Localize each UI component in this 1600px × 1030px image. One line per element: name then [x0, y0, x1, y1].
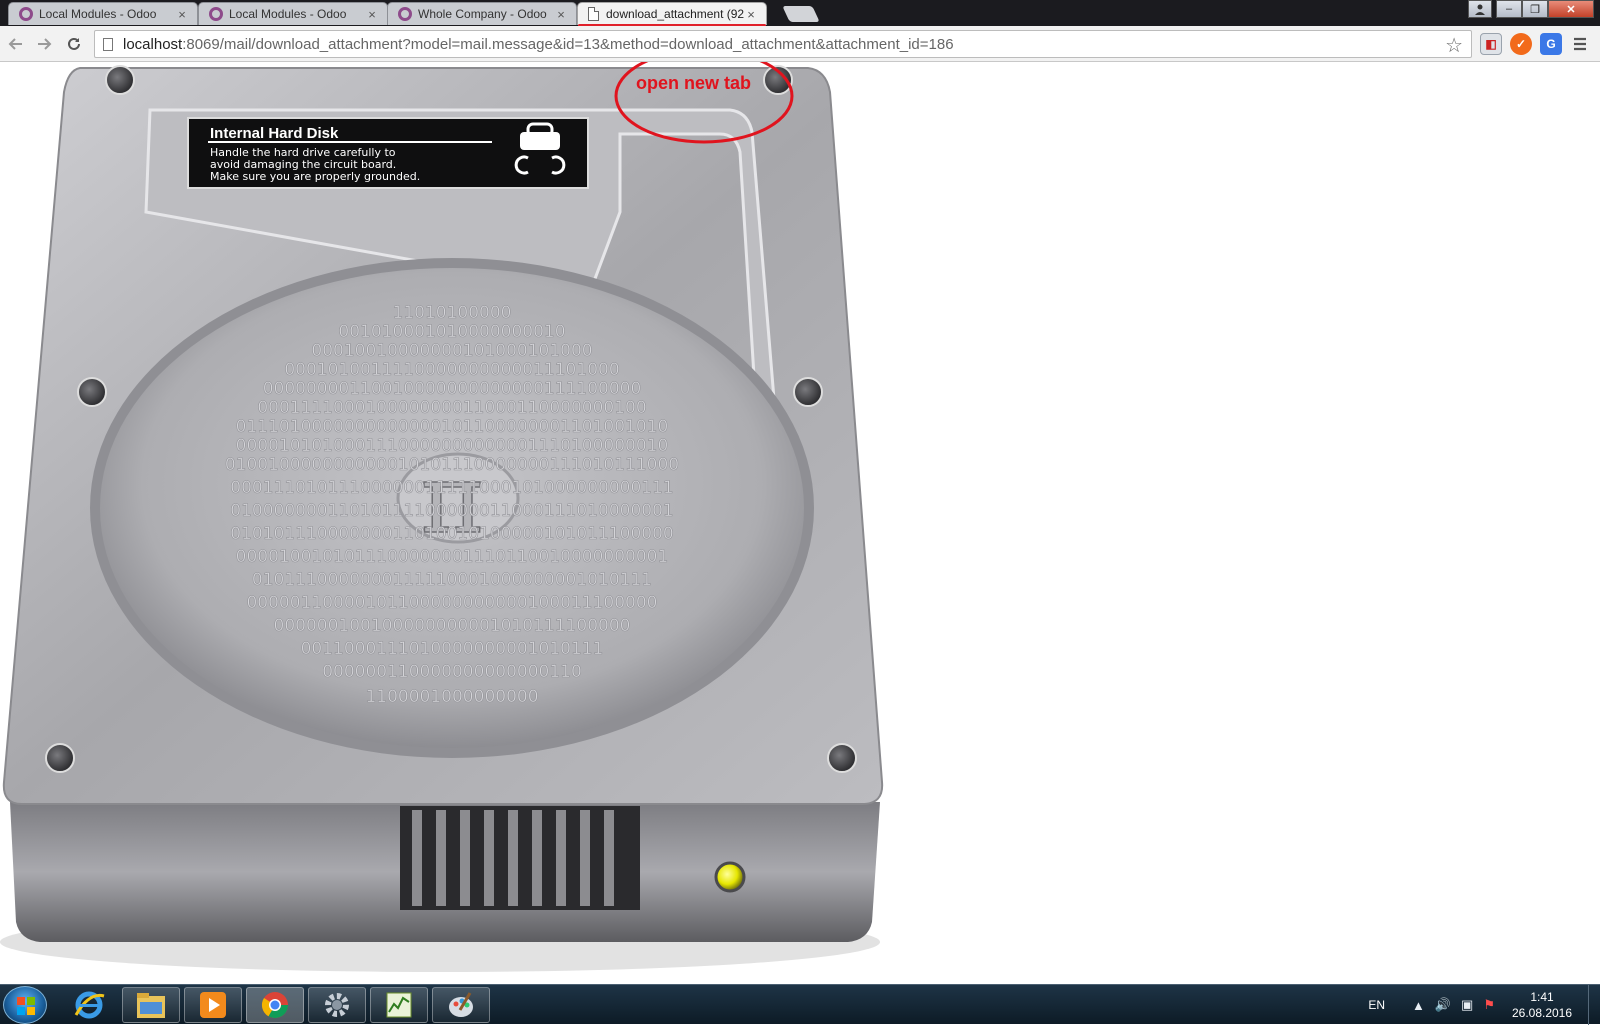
annotation-text: open new tab: [636, 73, 752, 93]
tab-close-icon[interactable]: ×: [554, 7, 568, 22]
paint-icon[interactable]: [432, 987, 490, 1023]
screw-icon: [793, 377, 823, 407]
disk-label-heading: Internal Hard Disk: [210, 125, 339, 142]
tab-close-icon[interactable]: ×: [744, 7, 758, 22]
task-manager-icon[interactable]: [370, 987, 428, 1023]
close-window-button[interactable]: ✕: [1548, 0, 1594, 18]
hard-disk-image: Internal Hard Disk Handle the hard drive…: [0, 62, 884, 972]
shield-extension-icon[interactable]: ◧: [1480, 33, 1502, 55]
language-indicator[interactable]: EN: [1368, 998, 1385, 1012]
address-bar[interactable]: localhost :8069/mail/download_attachment…: [94, 30, 1472, 58]
binary-row: 0100000001101011110000001100011101000000…: [230, 501, 673, 521]
attachment-viewer: Internal Hard Disk Handle the hard drive…: [0, 62, 1600, 984]
bookmark-star-icon[interactable]: ☆: [1445, 33, 1463, 58]
binary-row: 0001110101110000001111100010100000000011…: [230, 478, 673, 498]
show-hidden-icons-icon[interactable]: ▲: [1412, 998, 1425, 1013]
show-desktop-button[interactable]: [1588, 985, 1600, 1025]
binary-row: 0101011100000001101001010000010101110000…: [230, 524, 673, 544]
binary-row: 0100100000000000101011100000001110101110…: [225, 455, 679, 475]
internet-explorer-icon[interactable]: [60, 987, 118, 1023]
binary-row: 00000000110010000000000000111100000: [263, 379, 642, 399]
user-profile-icon[interactable]: [1468, 0, 1492, 18]
volume-icon[interactable]: 🔊: [1435, 997, 1451, 1013]
chrome-icon[interactable]: [246, 987, 304, 1023]
tab-title: Local Modules - Odoo: [229, 7, 347, 21]
odoo-favicon-icon: [209, 7, 223, 21]
clock[interactable]: 1:41 26.08.2016: [1500, 989, 1584, 1021]
start-button[interactable]: [3, 986, 47, 1024]
system-tray: EN ▲ 🔊 ▣ ⚑ 1:41 26.08.2016: [1368, 985, 1600, 1025]
binary-row: 001010001010000000010: [338, 322, 565, 342]
tab-title: Whole Company - Odoo: [418, 7, 547, 21]
document-icon: [588, 7, 599, 21]
binary-row: 11010100000: [393, 303, 512, 323]
tab-local-modules-1[interactable]: Local Modules - Odoo ×: [8, 2, 198, 25]
screw-icon: [105, 65, 135, 95]
action-center-flag-icon[interactable]: ⚑: [1483, 997, 1495, 1013]
page-info-icon[interactable]: [103, 37, 113, 51]
odoo-favicon-icon: [19, 7, 33, 21]
translate-extension-icon[interactable]: G: [1540, 33, 1562, 55]
odoo-favicon-icon: [398, 7, 412, 21]
media-player-icon[interactable]: [184, 987, 242, 1023]
binary-row: 0001010011110000000000011101000: [284, 360, 619, 380]
binary-row: 000000100100000000001010111100000: [274, 616, 631, 636]
menu-icon[interactable]: [1568, 32, 1592, 56]
network-icon[interactable]: ▣: [1461, 997, 1473, 1013]
orange-extension-icon[interactable]: ✓: [1510, 33, 1532, 55]
browser-tab-strip: Local Modules - Odoo × Local Modules - O…: [0, 0, 1600, 27]
binary-row: 00010010000000101000101000: [311, 341, 592, 361]
forward-arrow-icon[interactable]: [32, 32, 56, 56]
tab-whole-company[interactable]: Whole Company - Odoo ×: [387, 2, 577, 25]
clock-date: 26.08.2016: [1511, 1006, 1573, 1020]
new-tab-button[interactable]: [782, 6, 820, 22]
tab-download-attachment[interactable]: download_attachment (92 ×: [577, 2, 767, 27]
maximize-button[interactable]: ❐: [1522, 0, 1548, 18]
reload-icon[interactable]: [62, 32, 86, 56]
binary-row: 000111100010000000011000110000000100: [257, 398, 646, 418]
tab-close-icon[interactable]: ×: [175, 7, 189, 22]
binary-row: 0111010000000000000101100000001101001010: [236, 417, 669, 437]
binary-row: 0011000111010000000001010111: [301, 639, 604, 659]
tab-title: Local Modules - Odoo: [39, 7, 157, 21]
binary-row: 00000110000101100000000000100011100000: [246, 593, 657, 613]
back-arrow-icon[interactable]: [4, 32, 28, 56]
windows-taskbar: EN ▲ 🔊 ▣ ⚑ 1:41 26.08.2016: [0, 984, 1600, 1025]
clock-time: 1:41: [1530, 990, 1554, 1004]
binary-row: 1100001000000000: [365, 687, 538, 707]
screw-icon: [77, 377, 107, 407]
file-explorer-icon[interactable]: [122, 987, 180, 1023]
binary-row: 0000100101011100000001110110010000000001: [236, 547, 669, 567]
binary-row: 0000101010001110000000000001110100000010: [236, 436, 669, 456]
screw-icon: [827, 743, 857, 773]
minimize-button[interactable]: ‒: [1496, 0, 1522, 18]
settings-gear-icon[interactable]: [308, 987, 366, 1023]
url-path: :8069/mail/download_attachment?model=mai…: [182, 35, 954, 53]
tab-close-icon[interactable]: ×: [365, 7, 379, 22]
binary-row: 000000110000000000000110: [322, 662, 582, 682]
disk-label-line: Make sure you are properly grounded.: [210, 170, 420, 183]
screw-icon: [45, 743, 75, 773]
tab-title: download_attachment (92: [606, 7, 744, 21]
tab-local-modules-2[interactable]: Local Modules - Odoo ×: [198, 2, 388, 25]
browser-toolbar: localhost :8069/mail/download_attachment…: [0, 26, 1600, 62]
window-controls: ‒ ❐ ✕: [1468, 0, 1594, 18]
url-host: localhost: [123, 35, 183, 53]
binary-row: 0101110000000111110001000000001010111: [252, 570, 652, 590]
